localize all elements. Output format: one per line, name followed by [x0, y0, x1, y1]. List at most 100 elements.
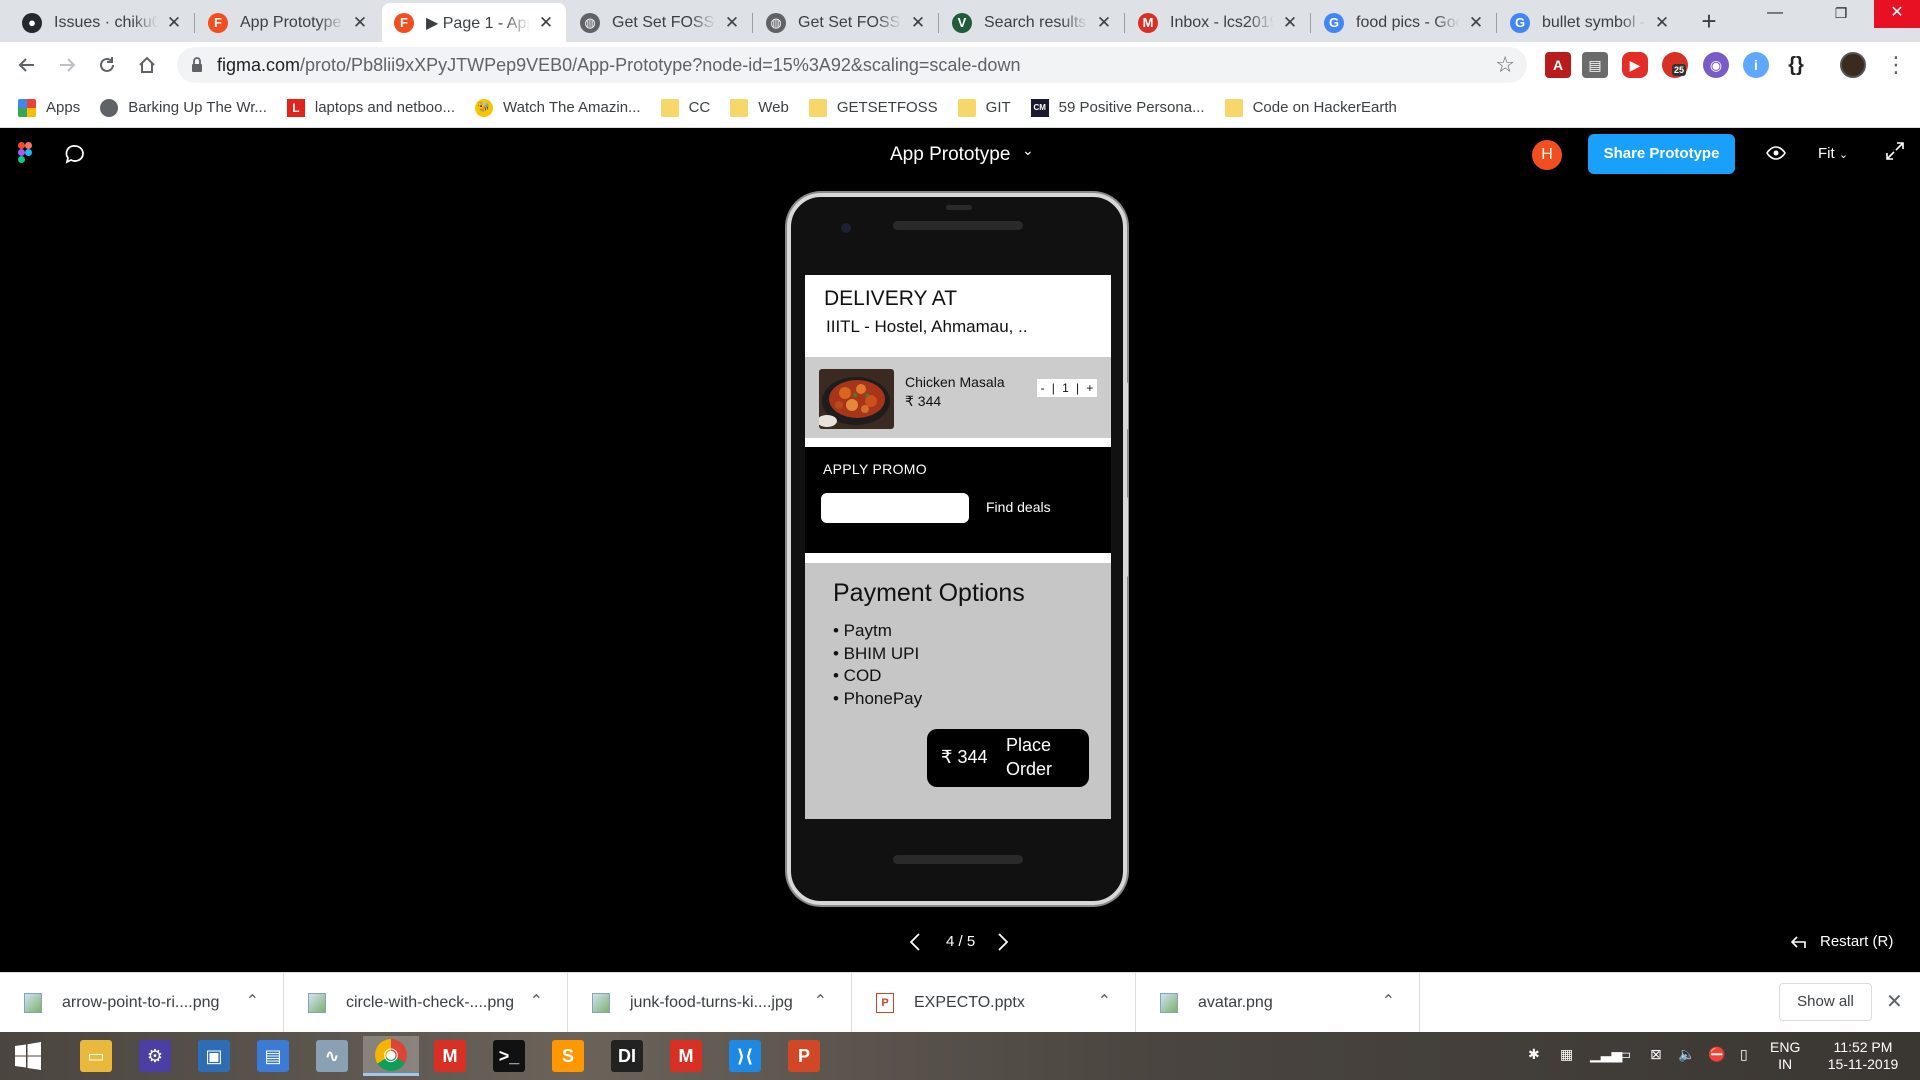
tab-close-icon[interactable]: ✕	[164, 13, 184, 33]
bookmark-item[interactable]: Barking Up The Wr...	[100, 98, 267, 117]
show-all-downloads-button[interactable]: Show all	[1779, 983, 1872, 1021]
fullscreen-icon[interactable]	[1886, 142, 1904, 160]
volume-tray-icon[interactable]: 🔈	[1678, 1046, 1695, 1063]
download-item[interactable]: arrow-point-to-ri....png ⌃	[0, 973, 284, 1033]
taskbar-file-explorer[interactable]: ▭	[68, 1036, 124, 1076]
bookmark-item[interactable]: Code on HackerEarth	[1224, 98, 1397, 117]
network-x-tray-icon[interactable]: ⊠	[1650, 1046, 1662, 1063]
tab-close-icon[interactable]: ✕	[1094, 13, 1114, 33]
restart-button[interactable]: Restart (R)	[1790, 933, 1893, 950]
close-icon[interactable]: ✕	[1886, 989, 1903, 1014]
lock-icon[interactable]	[191, 57, 203, 73]
taskbar-sublime-text[interactable]: S	[540, 1036, 596, 1076]
taskbar-this-pc[interactable]: ▣	[186, 1036, 242, 1076]
zoom-fit-dropdown[interactable]: Fit ⌄	[1818, 145, 1848, 162]
profile-avatar[interactable]	[1840, 52, 1866, 78]
json-extension-icon[interactable]: {}	[1783, 52, 1809, 78]
payment-option[interactable]: • COD	[833, 665, 922, 688]
pdf-extension-icon[interactable]: A	[1545, 52, 1571, 78]
browser-tab[interactable]: Gbullet symbol - ✕	[1498, 3, 1682, 42]
taskbar-vscode[interactable]: ⟩⟨	[717, 1036, 773, 1076]
minimize-button[interactable]: —	[1752, 0, 1798, 28]
comment-icon[interactable]	[64, 144, 86, 164]
window-close-button[interactable]: ✕	[1874, 0, 1920, 28]
next-frame-icon[interactable]	[998, 933, 1008, 951]
bookmark-item[interactable]: CM 59 Positive Persona...	[1030, 98, 1205, 117]
taskbar-resource-monitor[interactable]: ∿	[304, 1036, 360, 1076]
language-indicator[interactable]: ENG IN	[1770, 1039, 1800, 1073]
browser-tab[interactable]: M Inbox - lcs2019 ✕	[1126, 3, 1310, 42]
start-button[interactable]	[0, 1036, 56, 1076]
chevron-up-icon[interactable]: ⌃	[814, 991, 827, 1011]
bookmark-item[interactable]: Web	[730, 98, 789, 117]
restore-button[interactable]: ❐	[1818, 0, 1864, 28]
antivirus-tray-icon[interactable]: ✱	[1528, 1046, 1540, 1063]
previous-frame-icon[interactable]	[910, 933, 920, 951]
bookmark-item[interactable]: GETSETFOSS	[808, 98, 938, 117]
payment-option[interactable]: • PhonePay	[833, 688, 922, 711]
taskbar-dl-app[interactable]: DI	[599, 1036, 655, 1076]
download-item[interactable]: junk-food-turns-ki....jpg ⌃	[568, 973, 852, 1033]
chevron-up-icon[interactable]: ⌃	[1382, 991, 1395, 1011]
browser-tab[interactable]: F ▶ Page 1 - App Prototype ✕	[382, 3, 566, 42]
bookmark-item[interactable]: GIT	[957, 98, 1011, 117]
tab-close-icon[interactable]: ✕	[1652, 13, 1672, 33]
info-extension-icon[interactable]: i	[1743, 52, 1769, 78]
chevron-up-icon[interactable]: ⌃	[530, 991, 543, 1011]
payment-option[interactable]: • BHIM UPI	[833, 643, 922, 666]
address-bar[interactable]: figma.com/proto/Pb8lii9xXPyJTWPep9VEB0/A…	[177, 47, 1527, 83]
url-text[interactable]: figma.com/proto/Pb8lii9xXPyJTWPep9VEB0/A…	[217, 55, 1020, 76]
chevron-up-icon[interactable]: ⌃	[246, 991, 259, 1011]
download-item[interactable]: circle-with-check-....png ⌃	[284, 973, 568, 1033]
system-clock[interactable]: 11:52 PM 15-11-2019	[1818, 1039, 1908, 1073]
taskbar-powerpoint[interactable]: P	[776, 1036, 832, 1076]
taskbar-gmail[interactable]: M	[422, 1036, 478, 1076]
find-deals-link[interactable]: Find deals	[986, 499, 1051, 515]
reload-button[interactable]	[92, 50, 122, 80]
display-tray-icon[interactable]: ▭	[1618, 1046, 1631, 1063]
download-item[interactable]: P EXPECTO.pptx ⌃	[852, 973, 1136, 1033]
tab-close-icon[interactable]: ✕	[1280, 13, 1300, 33]
bookmark-item[interactable]: CC	[660, 98, 710, 117]
browser-tab[interactable]: ◍ Get Set FOSS | L ✕	[754, 3, 938, 42]
prototype-title[interactable]: App Prototype	[890, 144, 1010, 166]
browser-tab[interactable]: ◍ Get Set FOSS | L ✕	[568, 3, 752, 42]
network-check-tray-icon[interactable]: ▦	[1560, 1046, 1573, 1063]
youtube-extension-icon[interactable]: ▶	[1622, 52, 1648, 78]
new-tab-button[interactable]: +	[1693, 6, 1725, 38]
tab-close-icon[interactable]: ✕	[722, 13, 742, 33]
taskbar-terminal[interactable]: >_	[481, 1036, 537, 1076]
bookmark-item[interactable]: Apps	[18, 98, 80, 117]
reader-extension-icon[interactable]: ▤	[1582, 52, 1608, 78]
eye-icon[interactable]	[1766, 146, 1786, 160]
chrome-menu-icon[interactable]: ⋮	[1885, 50, 1907, 80]
payment-option[interactable]: • Paytm	[833, 620, 922, 643]
figma-logo-icon[interactable]	[18, 142, 32, 164]
taskbar-settings[interactable]: ⚙	[127, 1036, 183, 1076]
tab-close-icon[interactable]: ✕	[908, 13, 928, 33]
qty-decrement-button[interactable]: -	[1041, 381, 1045, 395]
download-item[interactable]: avatar.png ⌃	[1136, 973, 1420, 1033]
security-tray-icon[interactable]: ⛔	[1708, 1046, 1725, 1063]
browser-tab[interactable]: ● Issues · chiku01 ✕	[10, 3, 194, 42]
taskbar-gmail-2[interactable]: M	[658, 1036, 714, 1076]
taskbar-remote-desktop[interactable]: ▤	[245, 1036, 301, 1076]
home-button[interactable]	[132, 50, 162, 80]
notification-extension-icon[interactable]: 25	[1662, 52, 1688, 78]
promo-code-input[interactable]	[821, 493, 969, 523]
chevron-down-icon[interactable]: ⌄	[1022, 142, 1034, 159]
forward-button[interactable]	[52, 50, 82, 80]
taskbar-chrome[interactable]: ◉	[363, 1036, 419, 1076]
user-avatar[interactable]: H	[1532, 140, 1562, 170]
browser-tab[interactable]: V Search results fo ✕	[940, 3, 1124, 42]
browser-tab[interactable]: F App Prototype – Figma ✕	[196, 3, 380, 42]
bookmark-item[interactable]: Llaptops and netboo...	[286, 98, 455, 117]
browser-tab[interactable]: Gfood pics - Goo ✕	[1312, 3, 1496, 42]
chevron-up-icon[interactable]: ⌃	[1098, 991, 1111, 1011]
owl-extension-icon[interactable]: ◉	[1703, 52, 1729, 78]
battery-tray-icon[interactable]: ▯	[1740, 1046, 1748, 1063]
tab-close-icon[interactable]: ✕	[536, 13, 556, 33]
tab-close-icon[interactable]: ✕	[350, 13, 370, 33]
bookmark-item[interactable]: 🐝 Watch The Amazin...	[475, 98, 641, 117]
bookmark-star-icon[interactable]: ☆	[1495, 52, 1515, 78]
